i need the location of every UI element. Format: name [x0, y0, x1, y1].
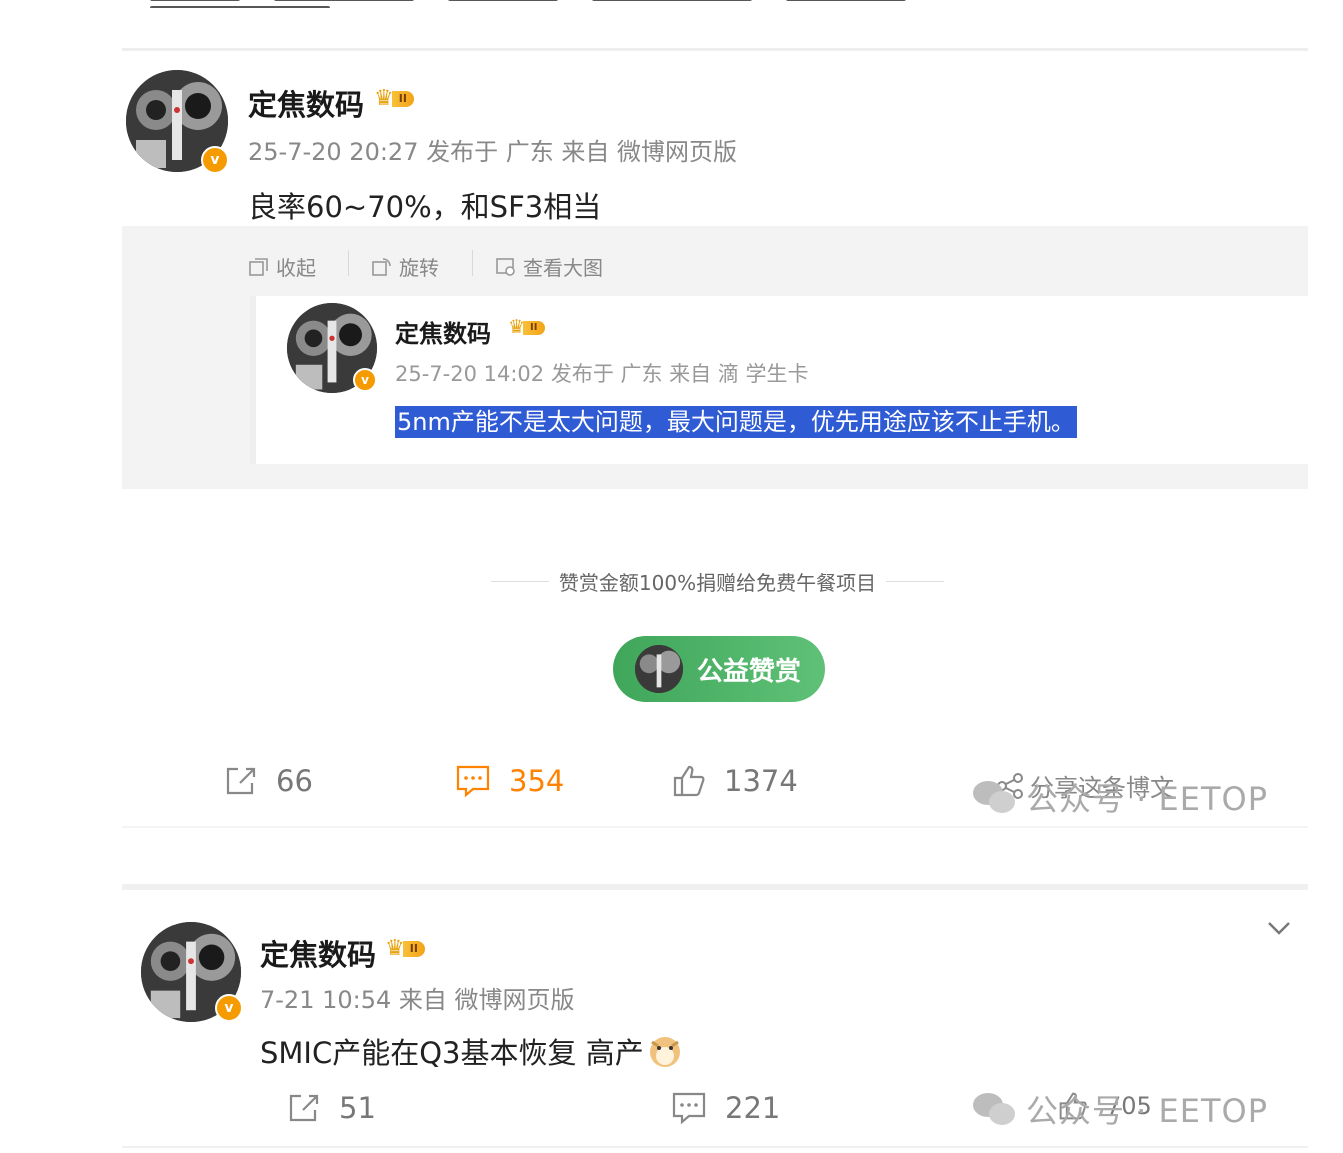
repost-icon: [226, 767, 256, 795]
comment-icon: [456, 765, 490, 798]
wechat-icon: [973, 1093, 1015, 1125]
toolbar-divider: [472, 250, 473, 276]
verified-icon: v: [215, 994, 243, 1022]
verified-icon: v: [353, 368, 377, 392]
watermark: 公众号 · EETOP: [972, 1086, 1268, 1132]
watermark: 公众号 · EETOP: [972, 774, 1268, 820]
repost-button[interactable]: 66: [224, 764, 313, 798]
reward-note: 赞赏金额100%捐赠给免费午餐项目: [455, 568, 980, 595]
post-meta: 25-7-20 20:27 发布于 广东 来自 微博网页版: [248, 138, 737, 166]
comment-button[interactable]: 354: [455, 764, 564, 798]
wechat-icon: [973, 781, 1015, 813]
crown-vip-icon[interactable]: ♛ II: [374, 88, 414, 110]
chevron-down-icon[interactable]: [1264, 916, 1294, 940]
post-content: SMIC产能在Q3基本恢复 高产: [260, 1030, 682, 1072]
comment-button[interactable]: 221: [671, 1091, 780, 1125]
collapse-button[interactable]: 收起: [248, 252, 316, 281]
post-separator: [122, 884, 1308, 890]
like-button[interactable]: 1374: [672, 764, 798, 798]
post-content: 良率60~70%，和SF3相当: [248, 190, 602, 224]
verified-icon: v: [201, 146, 229, 174]
charity-reward-button[interactable]: 公益赞赏: [613, 636, 825, 702]
avatar: [635, 645, 683, 693]
post-divider: [122, 1146, 1308, 1148]
thumbs-up-icon: [673, 765, 705, 797]
repost-icon: [289, 1094, 319, 1122]
post-divider: [122, 48, 1308, 51]
collapse-icon: [249, 257, 268, 276]
author-name[interactable]: 定焦数码: [260, 932, 376, 974]
toolbar-divider: [348, 250, 349, 276]
quoted-meta: 25-7-20 14:02 发布于 广东 来自 滴 学生卡: [395, 362, 809, 386]
post-meta: 7-21 10:54 来自 微博网页版: [260, 986, 575, 1014]
rotate-button[interactable]: 旋转: [371, 252, 439, 281]
crown-vip-icon: ♛ II: [508, 318, 545, 337]
enlarge-image-icon: [496, 257, 515, 276]
quoted-content: 5nm产能不是太大问题，最大问题是，优先用途应该不止手机。: [395, 402, 1077, 438]
quoted-author-name: 定焦数码: [395, 320, 491, 348]
crown-vip-icon[interactable]: ♛ II: [385, 938, 425, 960]
comment-icon: [672, 1092, 706, 1125]
author-name[interactable]: 定焦数码: [248, 82, 364, 124]
view-large-image-button[interactable]: 查看大图: [495, 252, 603, 281]
repost-button[interactable]: 51: [287, 1091, 376, 1125]
doge-emoji-icon: [649, 1037, 680, 1067]
cropped-previous-text: [150, 0, 1130, 8]
rotate-icon: [372, 257, 391, 276]
post-divider: [122, 826, 1308, 828]
selected-text: 5nm产能不是太大问题，最大问题是，优先用途应该不止手机。: [395, 406, 1077, 438]
